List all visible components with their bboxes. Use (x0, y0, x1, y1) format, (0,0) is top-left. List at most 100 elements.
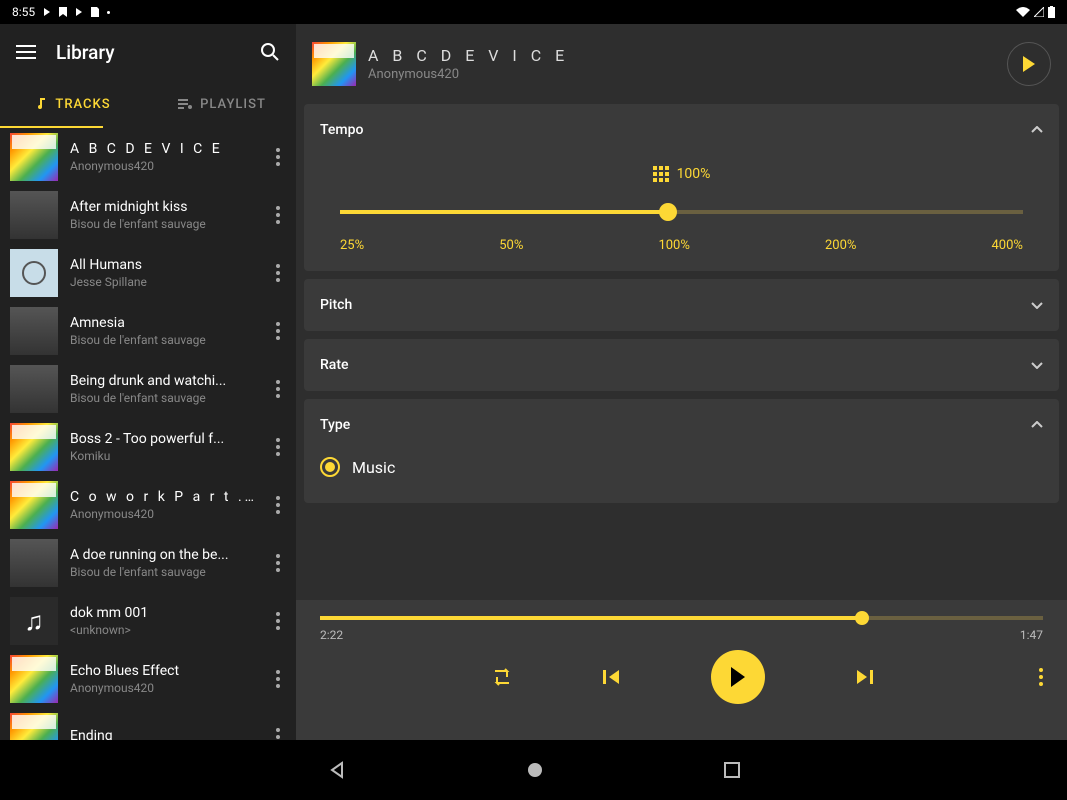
track-art (10, 365, 58, 413)
search-icon[interactable] (260, 42, 280, 62)
dot-icon (107, 11, 110, 14)
track-artist: Bisou de l'enfant sauvage (70, 333, 256, 347)
playlist-icon (178, 99, 192, 109)
track-title: A B C D E V I C E (70, 141, 256, 157)
nav-back-icon[interactable] (328, 761, 346, 779)
track-artist: Bisou de l'enfant sauvage (70, 217, 256, 231)
track-art (10, 713, 58, 740)
track-more-button[interactable] (268, 198, 288, 232)
track-artist: Anonymous420 (70, 681, 256, 695)
status-time: 8:55 (12, 5, 35, 19)
track-row[interactable]: A doe running on the be... Bisou de l'enf… (0, 534, 296, 592)
next-button[interactable] (855, 668, 873, 686)
elapsed-time: 2:22 (320, 628, 343, 642)
tempo-tick[interactable]: 200% (825, 238, 856, 253)
track-row[interactable]: C o w o r k P a r t ... Anonymous420 (0, 476, 296, 534)
track-art: ♫ (10, 597, 58, 645)
status-bar: 8:55 (0, 0, 1067, 24)
rate-panel[interactable]: Rate (304, 339, 1059, 391)
track-more-button[interactable] (268, 140, 288, 174)
play-icon (75, 8, 83, 16)
pitch-panel[interactable]: Pitch (304, 279, 1059, 331)
track-art (10, 481, 58, 529)
repeat-button[interactable] (491, 667, 513, 687)
type-panel: Type Music (304, 399, 1059, 503)
tempo-value-row[interactable]: 100% (320, 166, 1043, 182)
play-icon (43, 8, 51, 16)
keypad-icon (653, 166, 669, 182)
nav-recent-icon[interactable] (724, 762, 740, 778)
track-more-button[interactable] (268, 546, 288, 580)
collapse-icon[interactable] (1031, 126, 1043, 134)
tempo-ticks: 25% 50% 100% 200% 400% (320, 238, 1043, 253)
bookmark-icon (59, 7, 67, 17)
sidebar: Library TRACKS PLAYLIST A B C D E V I C … (0, 24, 296, 740)
nav-bar (0, 740, 1067, 800)
nav-home-icon[interactable] (526, 761, 544, 779)
track-title: C o w o r k P a r t ... (70, 489, 256, 505)
track-more-button[interactable] (268, 256, 288, 290)
menu-icon[interactable] (16, 45, 36, 59)
track-more-button[interactable] (268, 372, 288, 406)
tempo-tick[interactable]: 50% (499, 238, 523, 253)
tempo-tick[interactable]: 400% (992, 238, 1023, 253)
track-more-button[interactable] (268, 720, 288, 740)
tempo-tick[interactable]: 25% (340, 238, 364, 253)
track-title: Being drunk and watchi... (70, 373, 256, 389)
player-more-button[interactable] (1039, 668, 1043, 686)
tempo-label: Tempo (320, 122, 363, 138)
track-row[interactable]: All Humans Jesse Spillane (0, 244, 296, 302)
track-row[interactable]: Boss 2 - Too powerful f...Komiku (0, 418, 296, 476)
track-art (10, 191, 58, 239)
track-more-button[interactable] (268, 604, 288, 638)
now-playing-art[interactable] (312, 42, 356, 86)
track-art (10, 423, 58, 471)
battery-icon (1048, 6, 1055, 18)
track-more-button[interactable] (268, 662, 288, 696)
track-title: Amnesia (70, 315, 256, 331)
track-row[interactable]: A B C D E V I C E Anonymous420 (0, 128, 296, 186)
track-row[interactable]: Amnesia Bisou de l'enfant sauvage (0, 302, 296, 360)
track-artist: Bisou de l'enfant sauvage (70, 391, 256, 405)
track-title: dok mm 001 (70, 605, 256, 621)
expand-icon (1031, 361, 1043, 369)
tab-tracks[interactable]: TRACKS (0, 80, 148, 128)
progress-slider[interactable] (320, 616, 1043, 620)
track-art (10, 539, 58, 587)
track-artist: Jesse Spillane (70, 275, 256, 289)
remaining-time: 1:47 (1020, 628, 1043, 642)
track-more-button[interactable] (268, 314, 288, 348)
track-more-button[interactable] (268, 430, 288, 464)
track-row[interactable]: Echo Blues EffectAnonymous420 (0, 650, 296, 708)
track-row[interactable]: Being drunk and watchi... Bisou de l'enfa… (0, 360, 296, 418)
track-title: All Humans (70, 257, 256, 273)
track-title: A doe running on the be... (70, 547, 256, 563)
note-icon (37, 98, 47, 110)
track-title: Ending (70, 728, 256, 740)
track-art (10, 133, 58, 181)
track-artist: Anonymous420 (70, 159, 256, 173)
collapse-icon[interactable] (1031, 421, 1043, 429)
track-row[interactable]: Ending (0, 708, 296, 740)
track-artist: Anonymous420 (70, 507, 256, 521)
type-option-music[interactable]: Music (320, 449, 1043, 485)
track-row[interactable]: After midnight kiss Bisou de l'enfant sau… (0, 186, 296, 244)
player-bar: 2:22 1:47 (296, 600, 1067, 740)
play-button[interactable] (711, 650, 765, 704)
previous-button[interactable] (603, 668, 621, 686)
track-title: After midnight kiss (70, 199, 256, 215)
header-play-button[interactable] (1007, 42, 1051, 86)
radio-selected-icon (320, 457, 340, 477)
track-list[interactable]: A B C D E V I C E Anonymous420 After midni… (0, 128, 296, 740)
tempo-tick[interactable]: 100% (658, 238, 689, 253)
track-artist: Komiku (70, 449, 256, 463)
main-panel: A B C D E V I C E Anonymous420 Tempo 100… (296, 24, 1067, 740)
library-title: Library (56, 41, 115, 64)
tempo-slider[interactable] (340, 210, 1023, 214)
tab-playlists[interactable]: PLAYLIST (148, 80, 296, 128)
signal-icon (1034, 7, 1044, 17)
track-more-button[interactable] (268, 488, 288, 522)
track-artist: Bisou de l'enfant sauvage (70, 565, 256, 579)
track-row[interactable]: ♫dok mm 001<unknown> (0, 592, 296, 650)
track-art (10, 249, 58, 297)
